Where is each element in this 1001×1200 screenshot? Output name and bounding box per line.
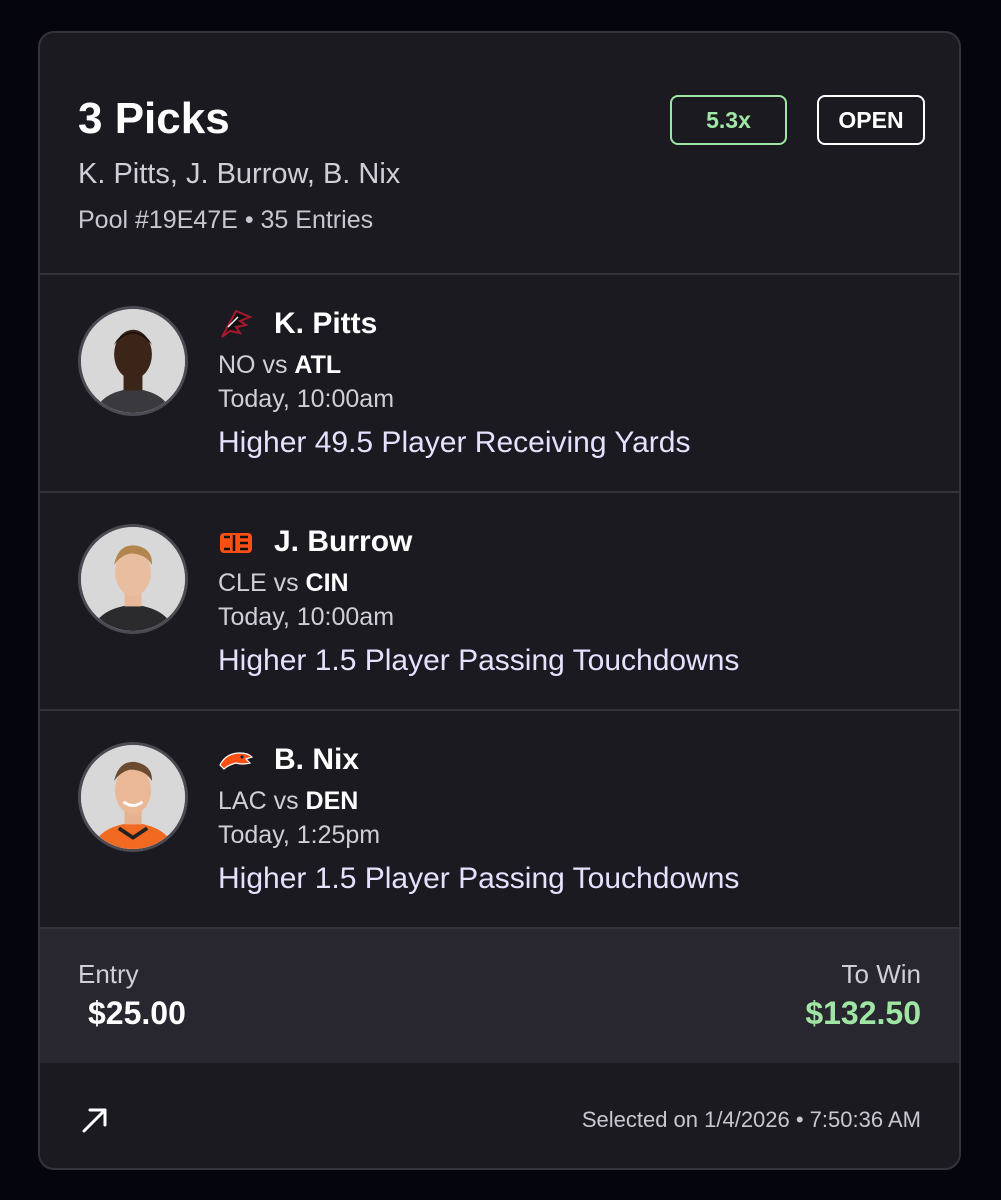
game-time: Today, 1:25pm bbox=[218, 821, 381, 849]
player-name: J. Burrow bbox=[274, 525, 413, 558]
entry-footer: Selected on 1/4/2026 • 7:50:36 AM bbox=[40, 1063, 959, 1168]
player-photo-burrow bbox=[81, 527, 185, 631]
to-win-label: To Win bbox=[841, 959, 921, 989]
home-team: CIN bbox=[305, 569, 349, 597]
matchup: CLE vs CIN bbox=[218, 569, 349, 598]
entry-label: Entry bbox=[78, 959, 139, 989]
bengals-logo-icon bbox=[218, 525, 254, 561]
entry-totals: Entry $25.00 To Win $132.50 bbox=[40, 929, 959, 1063]
vs-label: vs bbox=[273, 569, 299, 597]
player-name: B. Nix bbox=[274, 743, 360, 776]
avatar bbox=[78, 524, 188, 634]
vs-label: vs bbox=[262, 351, 288, 379]
away-team: NO bbox=[218, 351, 256, 379]
pool-separator: • bbox=[244, 206, 254, 234]
pick-row[interactable]: K. Pitts NO vs ATL Today, 10:00am Higher… bbox=[40, 275, 959, 493]
pick-projection: Higher 1.5 Player Passing Touchdowns bbox=[218, 862, 740, 895]
broncos-logo-icon bbox=[218, 743, 254, 779]
pick-projection: Higher 49.5 Player Receiving Yards bbox=[218, 426, 691, 459]
multiplier-badge: 5.3x bbox=[670, 95, 787, 145]
pick-row[interactable]: B. Nix LAC vs DEN Today, 1:25pm Higher 1… bbox=[40, 711, 959, 929]
away-team: CLE bbox=[218, 569, 267, 597]
avatar bbox=[78, 306, 188, 416]
pool-entries: 35 Entries bbox=[260, 206, 374, 234]
home-team: DEN bbox=[305, 787, 359, 815]
entry-card: 3 Picks K. Pitts, J. Burrow, B. Nix Pool… bbox=[38, 31, 961, 1170]
selected-timestamp: Selected on 1/4/2026 • 7:50:36 AM bbox=[581, 1107, 921, 1132]
game-time: Today, 10:00am bbox=[218, 385, 395, 413]
home-team: ATL bbox=[294, 351, 342, 379]
falcons-logo-icon bbox=[218, 307, 254, 343]
player-photo-nix bbox=[81, 745, 185, 849]
entry-amount: $25.00 bbox=[88, 995, 186, 1031]
players-summary: K. Pitts, J. Burrow, B. Nix bbox=[78, 158, 401, 190]
pool-id: Pool #19E47E bbox=[78, 206, 238, 234]
arrow-up-right-icon[interactable] bbox=[80, 1105, 110, 1135]
pick-row[interactable]: J. Burrow CLE vs CIN Today, 10:00am High… bbox=[40, 493, 959, 711]
vs-label: vs bbox=[273, 787, 299, 815]
pool-info: Pool #19E47E • 35 Entries bbox=[78, 206, 373, 235]
away-team: LAC bbox=[218, 787, 267, 815]
game-time: Today, 10:00am bbox=[218, 603, 395, 631]
player-name: K. Pitts bbox=[274, 307, 378, 340]
player-photo-pitts bbox=[81, 309, 185, 413]
matchup: LAC vs DEN bbox=[218, 787, 358, 816]
matchup: NO vs ATL bbox=[218, 351, 341, 380]
pick-projection: Higher 1.5 Player Passing Touchdowns bbox=[218, 644, 740, 677]
page-title: 3 Picks bbox=[78, 94, 230, 143]
status-badge: OPEN bbox=[817, 95, 925, 145]
avatar bbox=[78, 742, 188, 852]
entry-header: 3 Picks K. Pitts, J. Burrow, B. Nix Pool… bbox=[40, 33, 959, 275]
to-win-amount: $132.50 bbox=[805, 995, 921, 1031]
